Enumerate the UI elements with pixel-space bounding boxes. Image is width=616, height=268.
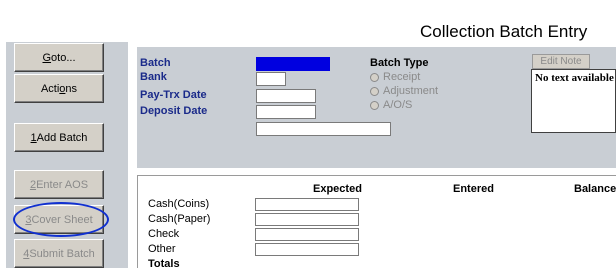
radio-circle-icon (370, 86, 379, 96)
goto-button[interactable]: Goto... (14, 43, 104, 72)
deposit-date-label: Deposit Date (140, 105, 208, 117)
amounts-panel: Expected Entered Balance Cash(Coins) Cas… (137, 175, 616, 268)
check-expected-field[interactable] (255, 228, 359, 241)
radio-circle-icon (370, 72, 379, 82)
balance-column-header: Balance (574, 183, 616, 195)
entered-column-header: Entered (453, 183, 494, 195)
cash-coins-expected-field[interactable] (255, 198, 359, 211)
submit-batch-button[interactable]: 4 Submit Batch (14, 239, 104, 268)
deposit-date-field[interactable] (256, 105, 316, 119)
note-text-area[interactable]: No text available (531, 69, 616, 133)
cover-sheet-highlight-ellipse (13, 202, 109, 237)
pay-trx-date-field[interactable] (256, 89, 316, 103)
expected-column-header: Expected (313, 183, 362, 195)
add-batch-button[interactable]: 1 Add Batch (14, 123, 104, 152)
batch-field[interactable] (256, 57, 330, 71)
actions-button[interactable]: Acti o ns (14, 74, 104, 103)
cash-coins-label: Cash(Coins) (148, 198, 210, 210)
cash-paper-expected-field[interactable] (255, 213, 359, 226)
enter-aos-button[interactable]: 2 Enter AOS (14, 170, 104, 199)
batch-type-receipt-radio[interactable]: Receipt (370, 71, 420, 83)
other-label: Other (148, 243, 176, 255)
batch-type-adjustment-radio[interactable]: Adjustment (370, 85, 438, 97)
collection-batch-window: Collection Batch Entry Goto... Acti o ns 1… (0, 0, 616, 268)
batch-type-title: Batch Type (370, 57, 429, 69)
check-label: Check (148, 228, 180, 240)
other-expected-field[interactable] (255, 243, 359, 256)
batch-description-field[interactable] (256, 122, 391, 136)
batch-label: Batch (140, 57, 171, 69)
bank-field[interactable] (256, 72, 286, 86)
batch-type-aos-radio[interactable]: A/O/S (370, 99, 412, 111)
pay-trx-date-label: Pay-Trx Date (140, 89, 207, 101)
edit-note-button[interactable]: Edit Note (532, 54, 590, 69)
bank-label: Bank (140, 71, 167, 83)
batch-header-panel: Batch Bank Pay-Trx Date Deposit Date Bat… (137, 47, 616, 168)
window-title: Collection Batch Entry (420, 22, 588, 41)
totals-label: Totals (148, 258, 180, 268)
cash-paper-label: Cash(Paper) (148, 213, 211, 225)
radio-circle-icon (370, 100, 379, 110)
